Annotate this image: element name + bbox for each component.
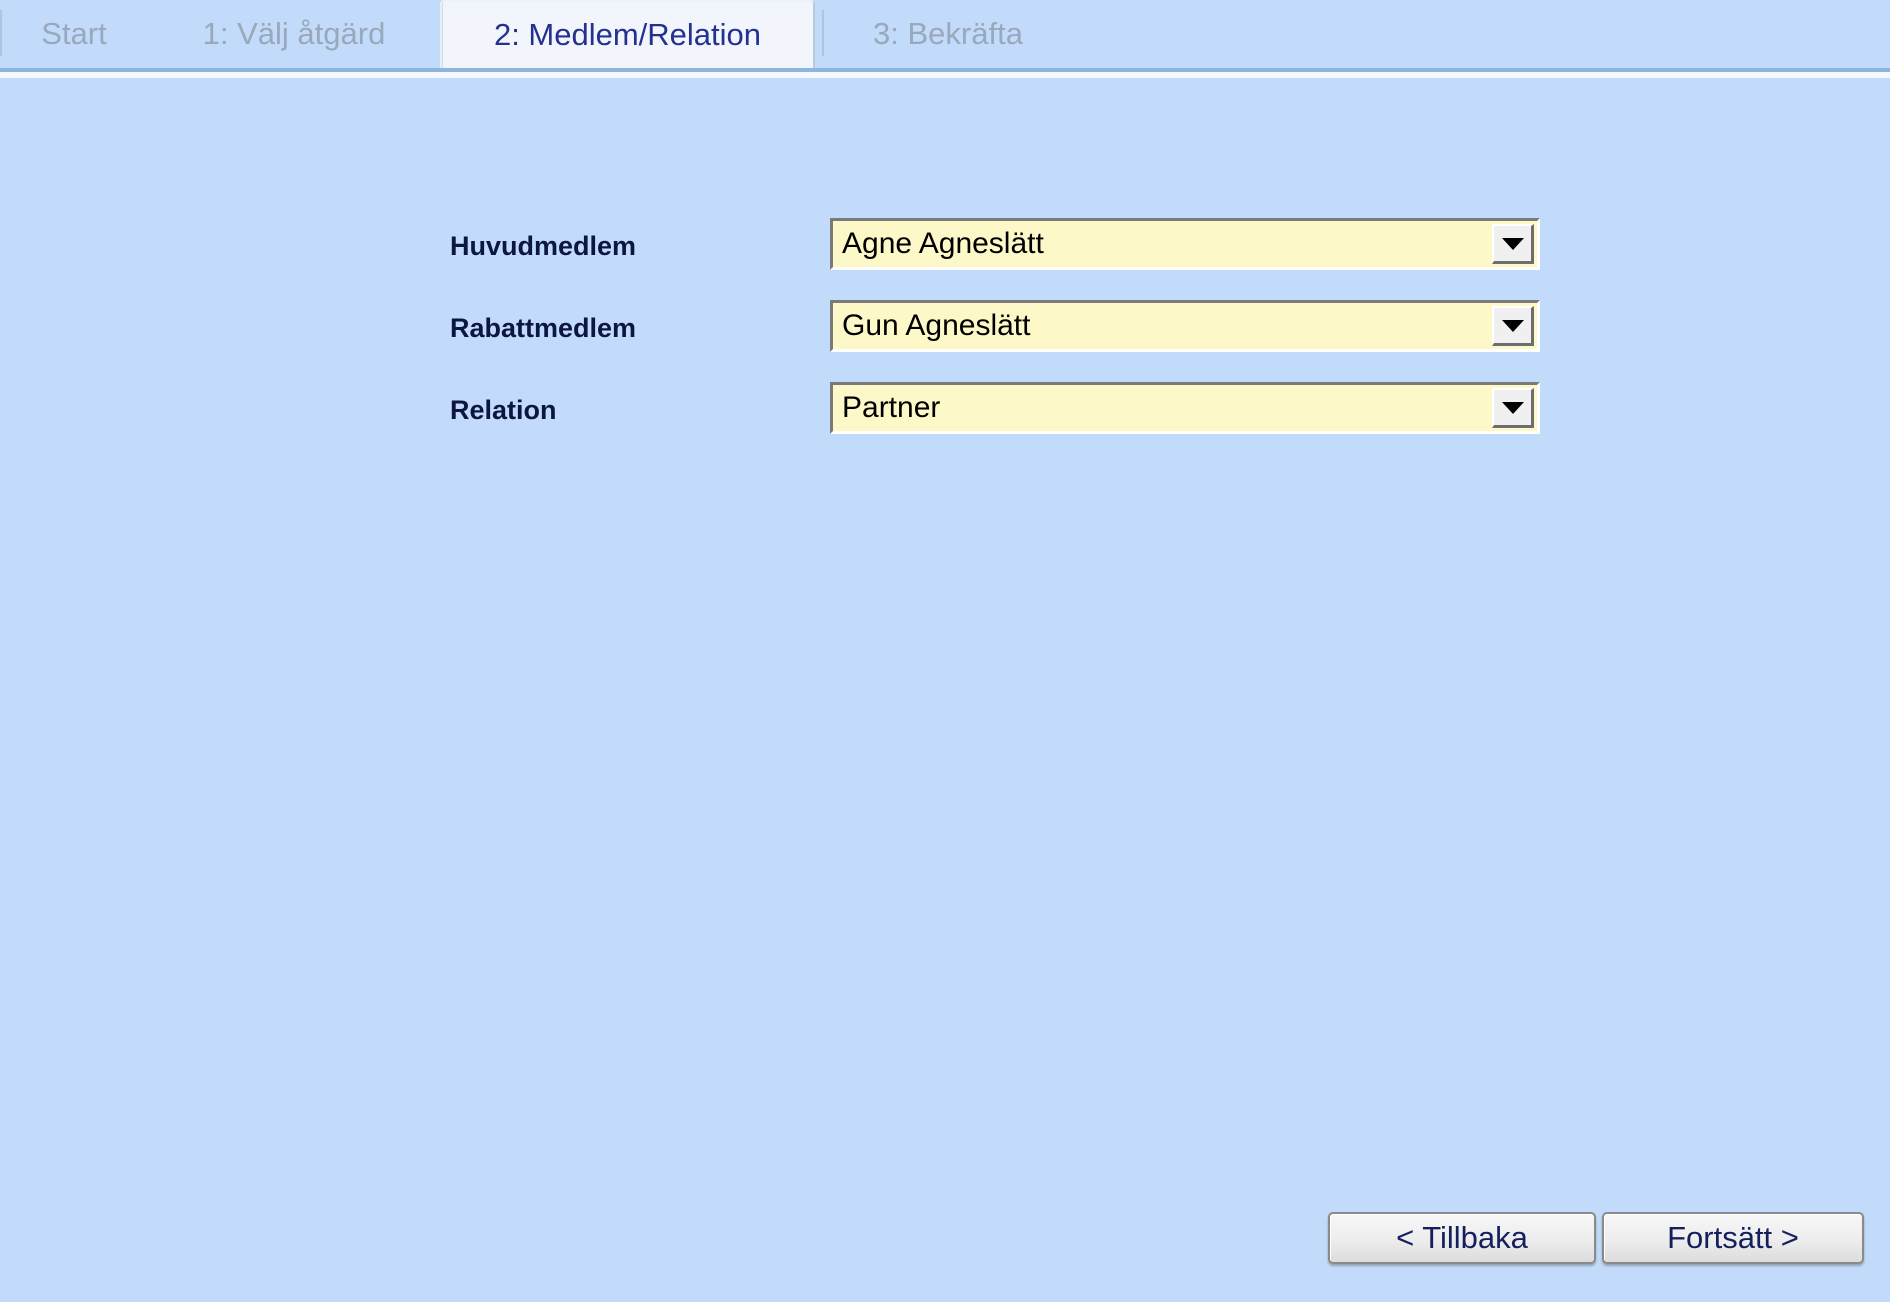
tab-start[interactable]: Start bbox=[0, 0, 148, 68]
chevron-down-icon[interactable] bbox=[1492, 388, 1534, 428]
tab-bekrafta[interactable]: 3: Bekräfta bbox=[828, 0, 1068, 68]
member-relation-form: Huvudmedlem Agne Agneslätt Rabattmedlem … bbox=[0, 78, 1890, 1302]
back-button[interactable]: < Tillbaka bbox=[1328, 1212, 1596, 1264]
select-huvudmedlem[interactable]: Agne Agneslätt bbox=[830, 218, 1540, 270]
field-row-relation: Relation Partner bbox=[0, 382, 1890, 438]
tab-medlem-relation-label: 2: Medlem/Relation bbox=[493, 17, 762, 52]
tab-start-label: Start bbox=[41, 16, 107, 51]
chevron-down-glyph bbox=[1501, 237, 1524, 250]
tab-valj-atgard[interactable]: 1: Välj åtgärd bbox=[152, 0, 436, 68]
tab-divider bbox=[0, 10, 2, 56]
chevron-down-glyph bbox=[1501, 319, 1524, 332]
tab-divider bbox=[822, 10, 824, 56]
field-row-rabattmedlem: Rabattmedlem Gun Agneslätt bbox=[0, 300, 1890, 356]
back-button-label: < Tillbaka bbox=[1396, 1220, 1528, 1255]
chevron-down-icon[interactable] bbox=[1492, 306, 1534, 346]
wizard-footer: < Tillbaka Fortsätt > bbox=[0, 1200, 1890, 1302]
select-rabattmedlem[interactable]: Gun Agneslätt bbox=[830, 300, 1540, 352]
label-relation: Relation bbox=[450, 395, 557, 425]
continue-button-label: Fortsätt > bbox=[1667, 1220, 1799, 1255]
label-rabattmedlem: Rabattmedlem bbox=[450, 313, 637, 343]
select-huvudmedlem-value: Agne Agneslätt bbox=[842, 229, 1044, 259]
continue-button[interactable]: Fortsätt > bbox=[1602, 1212, 1864, 1264]
tab-valj-atgard-label: 1: Välj åtgärd bbox=[202, 16, 386, 51]
tab-bekrafta-label: 3: Bekräfta bbox=[873, 16, 1023, 51]
select-relation[interactable]: Partner bbox=[830, 382, 1540, 434]
field-row-huvudmedlem: Huvudmedlem Agne Agneslätt bbox=[0, 218, 1890, 274]
tab-medlem-relation[interactable]: 2: Medlem/Relation bbox=[440, 0, 815, 68]
chevron-down-icon[interactable] bbox=[1492, 224, 1534, 264]
select-relation-value: Partner bbox=[842, 393, 941, 423]
select-rabattmedlem-value: Gun Agneslätt bbox=[842, 311, 1031, 341]
chevron-down-glyph bbox=[1501, 401, 1524, 414]
wizard-tab-bar: Start 1: Välj åtgärd 2: Medlem/Relation … bbox=[0, 0, 1890, 68]
label-huvudmedlem: Huvudmedlem bbox=[450, 231, 637, 261]
